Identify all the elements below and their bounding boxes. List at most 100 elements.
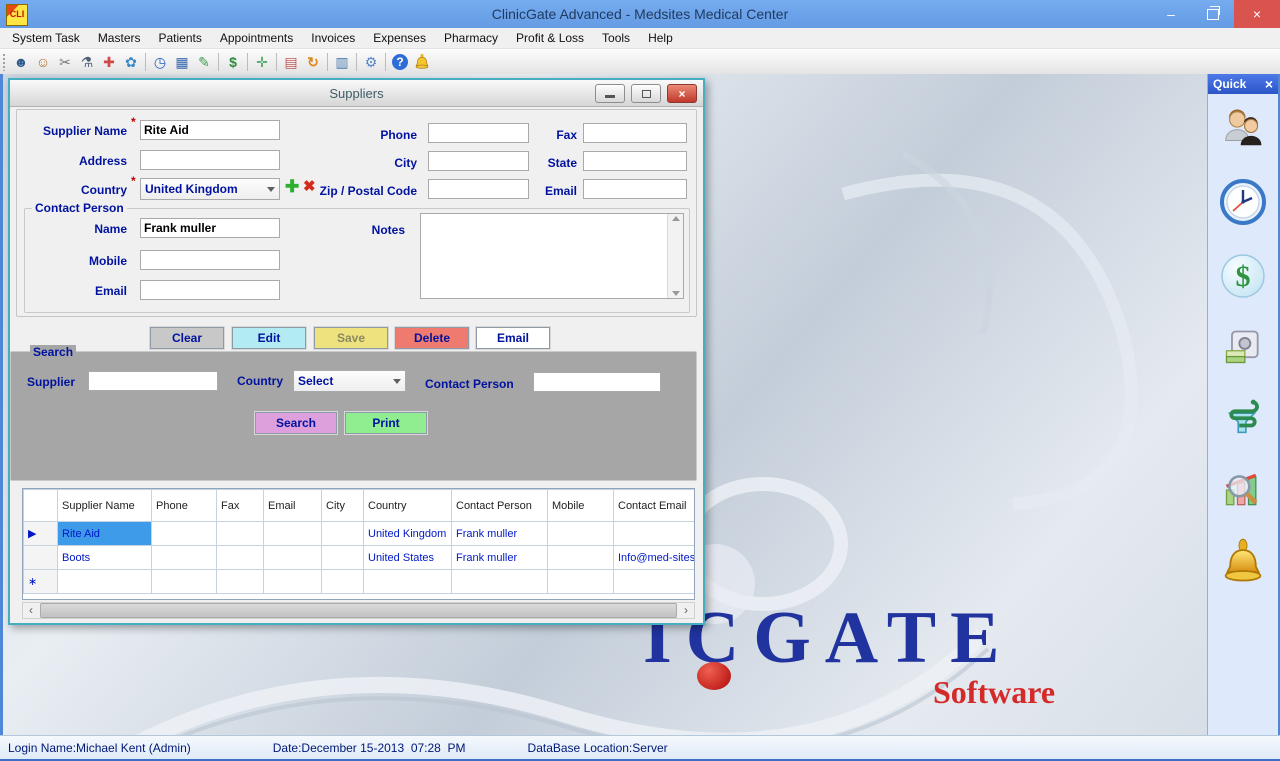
row-selector-cell[interactable]: ▶ (24, 522, 58, 546)
settings-gear-icon[interactable]: ⚙ (360, 52, 382, 72)
window-minimize-button[interactable]: – (1150, 0, 1192, 28)
cell-mobile[interactable] (548, 522, 614, 546)
pharmacy-bottle-icon[interactable]: ✛ (251, 52, 273, 72)
menu-tools[interactable]: Tools (593, 28, 639, 48)
scroll-up-icon[interactable] (672, 216, 680, 221)
col-header-phone[interactable]: Phone (152, 490, 217, 522)
cell-fax[interactable] (217, 546, 264, 570)
notes-scrollbar[interactable] (667, 214, 683, 298)
col-header-country[interactable]: Country (364, 490, 452, 522)
save-button[interactable]: Save (314, 327, 388, 349)
scroll-right-icon[interactable]: › (678, 603, 694, 618)
col-header-fax[interactable]: Fax (217, 490, 264, 522)
dialog-minimize-button[interactable] (595, 84, 625, 103)
menu-pharmacy[interactable]: Pharmacy (435, 28, 507, 48)
fax-input[interactable] (583, 123, 687, 143)
col-header-contact-person[interactable]: Contact Person (452, 490, 548, 522)
cell-contact-email[interactable] (614, 570, 696, 594)
cell-country[interactable] (364, 570, 452, 594)
appointments-clock-icon[interactable] (1219, 178, 1267, 231)
col-header-email[interactable]: Email (264, 490, 322, 522)
cell-city[interactable] (322, 546, 364, 570)
window-restore-button[interactable] (1192, 0, 1234, 28)
supplier-name-input[interactable] (140, 120, 280, 140)
print-button[interactable]: Print (345, 412, 427, 434)
appointments-clock-icon[interactable]: ◷ (149, 52, 171, 72)
menu-invoices[interactable]: Invoices (302, 28, 364, 48)
cell-supplier-name[interactable]: Boots (58, 546, 152, 570)
menu-masters[interactable]: Masters (89, 28, 150, 48)
cell-mobile[interactable] (548, 546, 614, 570)
cell-country[interactable]: United Kingdom (364, 522, 452, 546)
invoice-edit-icon[interactable]: ✎ (193, 52, 215, 72)
scrollbar-thumb[interactable] (40, 603, 677, 618)
patients-icon[interactable] (1220, 106, 1266, 157)
window-close-button[interactable]: × (1234, 0, 1280, 28)
scroll-left-icon[interactable]: ‹ (23, 603, 39, 618)
search-contact-person-input[interactable] (533, 372, 661, 392)
country-select[interactable]: United Kingdom (140, 178, 280, 200)
lab-icon[interactable]: ⚗ (76, 52, 98, 72)
cell-contact-person[interactable]: Frank muller (452, 522, 548, 546)
expense-card-icon[interactable]: ▤ (280, 52, 302, 72)
pharmacy-icon[interactable] (1220, 396, 1266, 447)
notes-textarea[interactable] (420, 213, 684, 299)
state-input[interactable] (583, 151, 687, 171)
search-country-select[interactable]: Select (293, 370, 406, 392)
report-chart-icon[interactable]: ▥ (331, 52, 353, 72)
menu-help[interactable]: Help (639, 28, 682, 48)
contact-mobile-input[interactable] (140, 250, 280, 270)
cell-phone[interactable] (152, 570, 217, 594)
row-selector-cell[interactable] (24, 546, 58, 570)
cell-email[interactable] (264, 522, 322, 546)
cell-contact-email[interactable] (614, 522, 696, 546)
cell-country[interactable]: United States (364, 546, 452, 570)
grid-horizontal-scrollbar[interactable]: ‹ › (22, 602, 695, 619)
cell-email[interactable] (264, 570, 322, 594)
delete-button[interactable]: Delete (395, 327, 469, 349)
dialog-maximize-button[interactable] (631, 84, 661, 103)
calendar-icon[interactable]: ▦ (171, 52, 193, 72)
cell-contact-email[interactable]: Info@med-sites.c (614, 546, 696, 570)
edit-button[interactable]: Edit (232, 327, 306, 349)
cell-phone[interactable] (152, 546, 217, 570)
contact-name-input[interactable] (140, 218, 280, 238)
col-header-supplier-name[interactable]: Supplier Name (58, 490, 152, 522)
cell-contact-person[interactable]: Frank muller (452, 546, 548, 570)
expenses-safe-icon[interactable] (1221, 326, 1265, 375)
payments-dollar-icon[interactable]: $ (222, 52, 244, 72)
menu-system-task[interactable]: System Task (0, 28, 89, 48)
cell-city[interactable] (322, 570, 364, 594)
toolbar-grip[interactable] (2, 53, 7, 71)
email-button[interactable]: Email (476, 327, 550, 349)
cell-mobile[interactable] (548, 570, 614, 594)
patient-icon[interactable]: ☺ (32, 52, 54, 72)
row-selector-cell[interactable]: ∗ (24, 570, 58, 594)
cell-email[interactable] (264, 546, 322, 570)
suppliers-dialog-titlebar[interactable]: Suppliers × (10, 80, 703, 107)
reports-analysis-icon[interactable] (1221, 468, 1265, 517)
cell-supplier-name[interactable] (58, 570, 152, 594)
cell-phone[interactable] (152, 522, 217, 546)
menu-profit-loss[interactable]: Profit & Loss (507, 28, 593, 48)
reminder-bell-icon[interactable] (411, 52, 433, 72)
medicine-cross-icon[interactable]: ✚ (98, 52, 120, 72)
scroll-down-icon[interactable] (672, 291, 680, 296)
cell-contact-person[interactable] (452, 570, 548, 594)
help-icon[interactable]: ? (392, 54, 408, 70)
email-input[interactable] (583, 179, 687, 199)
billing-dollar-icon[interactable]: $ (1219, 252, 1267, 305)
menu-expenses[interactable]: Expenses (364, 28, 435, 48)
col-header-mobile[interactable]: Mobile (548, 490, 614, 522)
instruments-icon[interactable]: ✂ (54, 52, 76, 72)
quick-panel-close-button[interactable]: × (1265, 75, 1273, 93)
menu-appointments[interactable]: Appointments (211, 28, 302, 48)
patients-group-icon[interactable]: ☻ (10, 52, 32, 72)
search-supplier-input[interactable] (88, 371, 218, 391)
cell-fax[interactable] (217, 570, 264, 594)
address-input[interactable] (140, 150, 280, 170)
menu-patients[interactable]: Patients (150, 28, 211, 48)
search-button[interactable]: Search (255, 412, 337, 434)
cell-fax[interactable] (217, 522, 264, 546)
contact-email-input[interactable] (140, 280, 280, 300)
